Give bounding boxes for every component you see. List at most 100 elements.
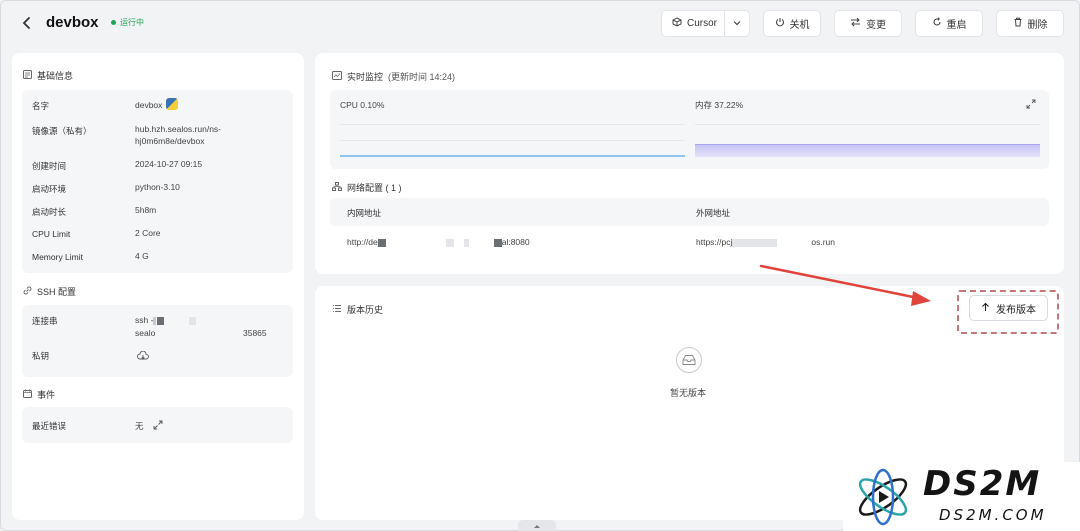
connection-string-value[interactable]: ssh - [135,314,197,326]
external-address-link[interactable]: https://pcj os.run [696,236,835,248]
basic-info-box: 名字 devbox 镜像源（私有） hub.hzh.sealos.run/ns-… [22,90,293,273]
cpu-grid-line [340,140,685,141]
monitor-title: 实时监控 (更新时间 14:24) [332,70,455,83]
uptime-label: 启动时长 [32,207,67,217]
empty-box-icon [676,347,702,373]
restart-label: 重启 [946,20,967,31]
network-title: 网络配置 ( 1 ) [332,181,402,194]
image-source-line1: hub.hzh.sealos.run/ns- [135,124,221,134]
memory-usage-label: 内存 37.22% [695,100,744,110]
redacted-block [445,238,454,247]
delete-button[interactable]: 删除 [996,10,1064,37]
uptime-value: 5h8m [135,205,157,215]
internal-address-prefix: http://de [347,237,378,247]
chart-icon [332,71,342,82]
name-value: devbox [135,98,179,111]
ide-split-button[interactable]: Cursor [661,10,750,37]
network-icon [332,182,342,193]
name-value-text: devbox [135,100,163,110]
redacted-block [189,316,197,325]
internal-address-link[interactable]: http://de al:8080 [347,236,530,248]
memory-limit-label: Memory Limit [32,252,84,262]
redacted-block [463,238,469,247]
private-key-label: 私钥 [32,351,50,361]
external-address-suffix: os.run [811,237,836,247]
image-source-line2: hj0m6m8e/devbox [135,136,205,146]
shutdown-label: 关机 [789,20,810,31]
cube-icon [672,17,682,30]
version-history-title-text: 版本历史 [347,305,384,315]
network-title-text: 网络配置 ( 1 ) [347,183,402,193]
link-icon [23,286,32,297]
chevron-left-icon [22,17,30,29]
publish-version-button[interactable]: 发布版本 [969,295,1048,321]
events-box: 最近错误 无 [22,407,293,443]
trash-icon [1013,17,1023,30]
ssh-title: SSH 配置 [23,285,76,298]
created-time-label: 创建时间 [32,161,67,171]
events-title: 事件 [23,388,55,401]
connection-string-label: 连接串 [32,316,58,326]
list-icon [23,70,32,81]
cpu-grid-line [340,124,685,125]
cpu-limit-label: CPU Limit [32,229,71,239]
cloud-download-icon[interactable] [137,350,149,363]
scroll-up-handle[interactable] [518,520,556,531]
annotation-arrow [759,264,931,306]
empty-versions-text: 暂无版本 [670,388,707,398]
chevron-down-icon[interactable] [732,18,742,31]
last-error-label: 最近错误 [32,421,67,431]
swap-icon [850,17,861,30]
connection-line2: sealo [135,328,156,338]
version-history-title: 版本历史 [332,303,383,316]
fullscreen-icon[interactable] [1026,99,1036,111]
restart-icon [932,17,942,30]
ide-label: Cursor [687,18,718,29]
connection-prefix: ssh - [135,315,154,325]
change-button[interactable]: 变更 [834,10,902,37]
monitor-card: 实时监控 (更新时间 14:24) CPU 0.10% 内存 37.22% 网络… [315,53,1064,274]
delete-label: 删除 [1027,20,1048,31]
last-error-value: 无 [135,421,144,431]
ssh-box: 连接串 ssh - sealo 35865 私钥 [22,305,293,377]
shutdown-button[interactable]: 关机 [763,10,821,37]
memory-grid-line [695,124,1040,125]
cpu-usage-line [340,155,685,157]
power-icon [775,17,785,30]
redacted-block [377,238,386,247]
atom-logo-icon [858,468,908,526]
chevron-up-icon [534,524,540,528]
redacted-block [732,238,778,247]
basic-info-title-text: 基础信息 [37,71,74,81]
watermark-domain: DS2M.COM [939,506,1047,524]
connection-port: 35865 [243,328,267,338]
memory-limit-value: 4 G [135,251,149,261]
left-info-card: 基础信息 名字 devbox 镜像源（私有） hub.hzh.sealos.ru… [12,53,304,520]
monitor-title-text: 实时监控 [347,72,384,82]
expand-icon[interactable] [153,420,163,432]
created-time-value: 2024-10-27 09:15 [135,159,203,169]
network-table-header: 内网地址 外网地址 [330,198,1049,226]
basic-info-title: 基础信息 [23,69,73,82]
watermark: DS2M DS2M.COM [843,462,1080,531]
memory-usage-area [695,144,1040,157]
events-title-text: 事件 [37,390,56,400]
redacted-block [493,238,502,247]
ssh-title-text: SSH 配置 [37,287,77,297]
status-dot [111,20,116,25]
external-address-header: 外网地址 [696,208,731,218]
publish-version-label: 发布版本 [996,304,1036,316]
python-icon [166,98,179,110]
monitor-charts-box: CPU 0.10% 内存 37.22% [330,90,1049,169]
split-divider [724,10,725,37]
redacted-block [153,316,157,325]
redacted-block [157,316,165,325]
back-button[interactable] [18,14,36,32]
image-source-value: hub.hzh.sealos.run/ns- hj0m6m8e/devbox [135,123,221,147]
cpu-usage-label: CPU 0.10% [340,100,385,110]
restart-button[interactable]: 重启 [915,10,983,37]
name-label: 名字 [32,101,50,111]
monitor-updated-time: (更新时间 14:24) [388,72,456,82]
status-text: 运行中 [120,18,144,27]
watermark-brand: DS2M [923,464,1042,504]
